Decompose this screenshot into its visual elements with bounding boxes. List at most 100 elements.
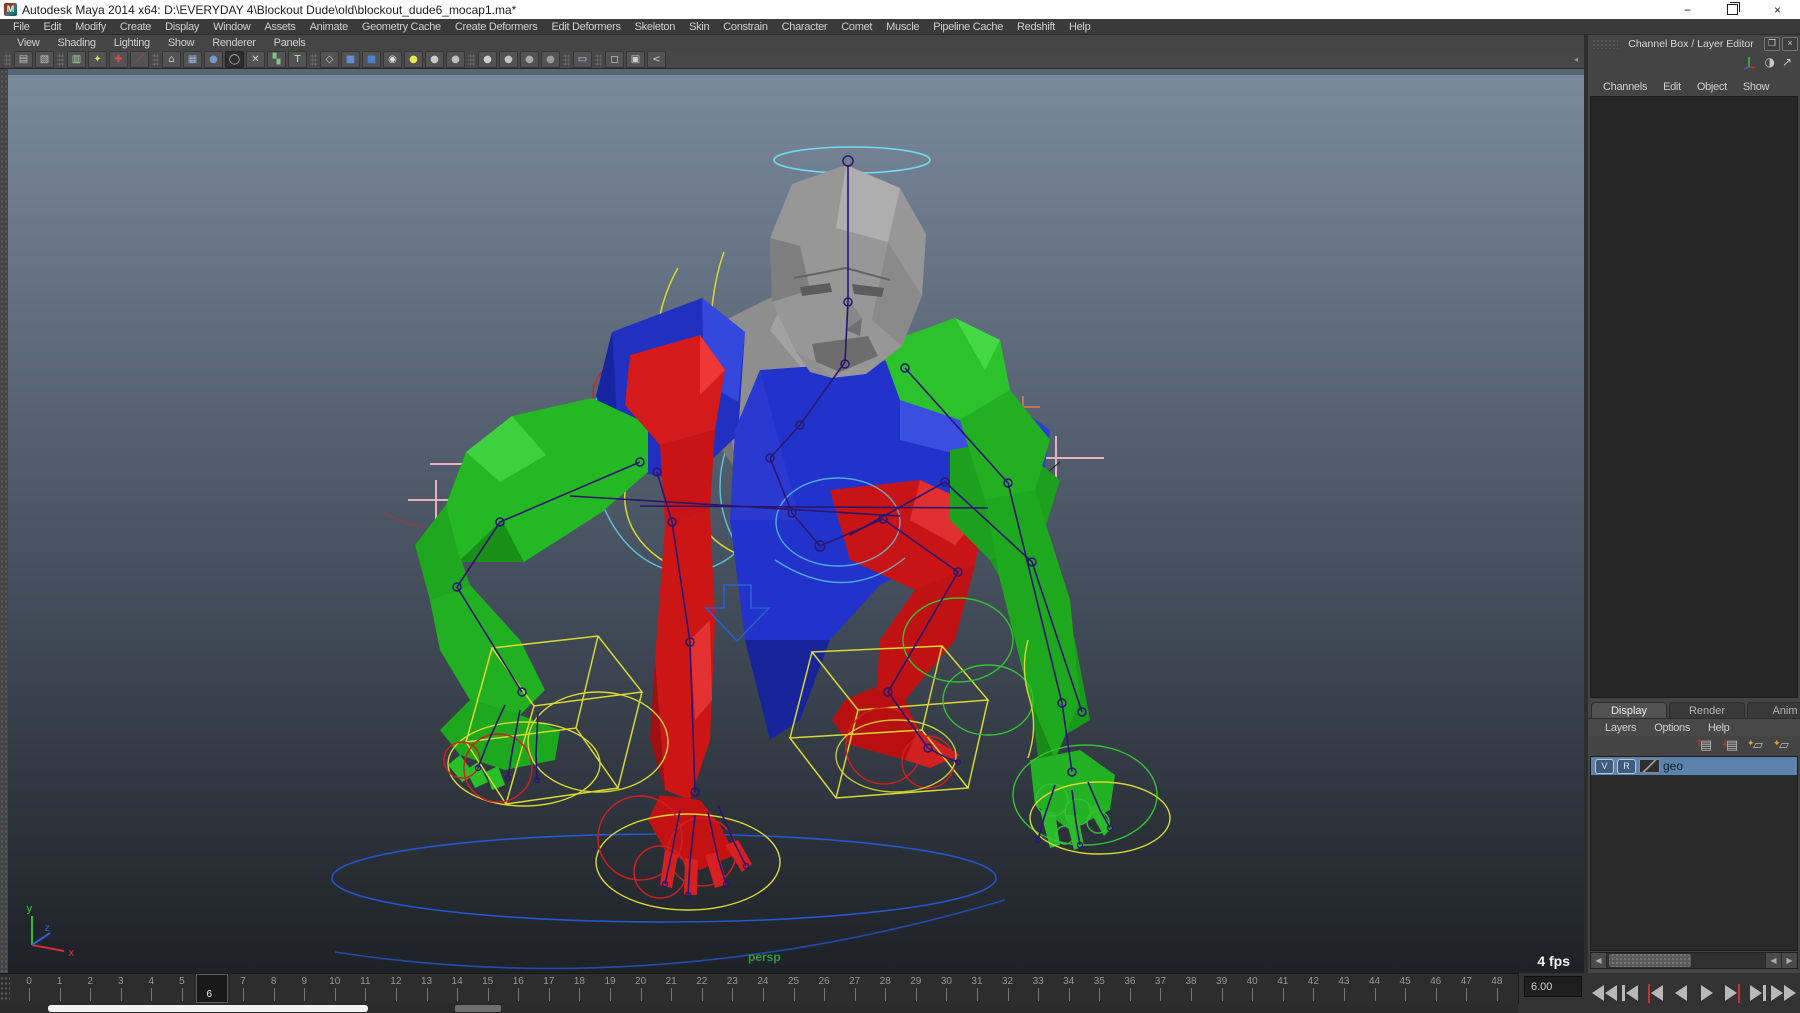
menu-item[interactable]: Animate: [303, 20, 355, 34]
drag-grip[interactable]: [1592, 38, 1618, 49]
render-current-frame-icon[interactable]: ■: [362, 51, 381, 68]
menu-item[interactable]: Edit Deformers: [544, 20, 627, 34]
minimize-button[interactable]: −: [1665, 0, 1710, 19]
tab-render[interactable]: Render: [1669, 702, 1745, 718]
share-node-icon[interactable]: <: [647, 51, 666, 68]
channel-box-menu-item[interactable]: Edit: [1656, 80, 1688, 94]
scroll-left-arrow-2[interactable]: ◀: [1765, 953, 1781, 968]
viewport-left-grip[interactable]: [0, 69, 8, 973]
contrast-toggle-icon[interactable]: ◑: [1764, 55, 1774, 69]
pop-out-arrow-icon[interactable]: ↗: [1782, 55, 1792, 69]
layer-menu-item[interactable]: Help: [1699, 721, 1738, 735]
menu-item[interactable]: Geometry Cache: [355, 20, 448, 34]
panel-menu-item[interactable]: Renderer: [203, 36, 264, 50]
go-to-start-button[interactable]: [1592, 979, 1617, 1007]
lasso-select-icon[interactable]: ✦: [88, 51, 107, 68]
menu-item[interactable]: Edit: [37, 20, 69, 34]
shaded-sphere-icon[interactable]: ●: [425, 51, 444, 68]
menu-item[interactable]: Pipeline Cache: [926, 20, 1010, 34]
layer-menu-item[interactable]: Options: [1645, 721, 1699, 735]
shaded-sphere-icon[interactable]: ●: [446, 51, 465, 68]
panel-menu-item[interactable]: Shading: [48, 36, 104, 50]
tab-anim[interactable]: Anim: [1747, 702, 1800, 718]
selection-marquee-icon[interactable]: ▭: [573, 51, 592, 68]
move-layer-down-icon[interactable]: ▤ ↓: [1721, 738, 1742, 754]
range-slider-bar[interactable]: [48, 1005, 368, 1012]
channel-box-menu-item[interactable]: Show: [1736, 80, 1776, 94]
panel-menu-item[interactable]: Show: [159, 36, 203, 50]
menu-item[interactable]: Character: [775, 20, 835, 34]
new-empty-layer-icon[interactable]: ▱ ✦: [1747, 738, 1768, 754]
menu-item[interactable]: Constrain: [716, 20, 774, 34]
layer-row-geo[interactable]: V R geo: [1591, 757, 1797, 776]
layer-menu-item[interactable]: Layers: [1596, 721, 1645, 735]
channel-box-menu-item[interactable]: Channels: [1596, 80, 1654, 94]
render-view-icon[interactable]: ■: [341, 51, 360, 68]
toolbar-collapse-arrow[interactable]: ◂: [1574, 55, 1578, 64]
material-sphere-icon[interactable]: ●: [541, 51, 560, 68]
menu-item[interactable]: Create: [113, 20, 158, 34]
menu-item[interactable]: Create Deformers: [448, 20, 545, 34]
channel-box-list-area[interactable]: [1590, 96, 1798, 698]
snap-to-curve-icon[interactable]: ◯: [225, 51, 244, 68]
menu-item[interactable]: Window: [206, 20, 257, 34]
step-forward-key-button[interactable]: [1721, 979, 1745, 1007]
menu-item[interactable]: File: [6, 20, 37, 34]
menu-item[interactable]: Assets: [257, 20, 302, 34]
text-tool-icon[interactable]: T: [288, 51, 307, 68]
tab-display[interactable]: Display: [1591, 702, 1667, 718]
range-slider[interactable]: [0, 1003, 1518, 1013]
menu-item[interactable]: Redshift: [1010, 20, 1062, 34]
snap-to-plane-icon[interactable]: ✕: [246, 51, 265, 68]
current-time-field[interactable]: 6.00: [1524, 976, 1582, 997]
material-sphere-icon[interactable]: ●: [478, 51, 497, 68]
perspective-viewport[interactable]: y x z persp 4 fps: [8, 69, 1584, 973]
play-forwards-button[interactable]: [1695, 979, 1719, 1007]
pop-out-panel-button[interactable]: ❐: [1764, 36, 1780, 51]
snap-move-tool-icon[interactable]: ✚: [109, 51, 128, 68]
current-frame-marker[interactable]: 6: [196, 974, 229, 1003]
scrollbar-thumb[interactable]: [1609, 954, 1691, 967]
layer-color-swatch[interactable]: [1639, 759, 1660, 773]
select-by-object-icon[interactable]: ▧: [35, 51, 54, 68]
paint-brush-icon[interactable]: ／: [130, 51, 149, 68]
layer-renderable-toggle[interactable]: R: [1617, 758, 1636, 774]
menu-item[interactable]: Muscle: [879, 20, 926, 34]
cube-outline-icon[interactable]: ◻: [605, 51, 624, 68]
time-slider[interactable]: 0123456789101112131415161718192021222324…: [0, 973, 1519, 1004]
ipr-render-icon[interactable]: ◉: [383, 51, 402, 68]
snap-to-point-icon[interactable]: ●: [204, 51, 223, 68]
new-layer-from-selected-icon[interactable]: ▱ ✦: [1773, 738, 1794, 754]
material-sphere-icon[interactable]: ●: [499, 51, 518, 68]
scroll-right-arrow[interactable]: ▶: [1781, 953, 1797, 968]
play-backwards-button[interactable]: [1669, 979, 1693, 1007]
panel-menu-item[interactable]: Lighting: [105, 36, 159, 50]
menu-item[interactable]: Modify: [68, 20, 113, 34]
layer-list[interactable]: V R geo: [1590, 756, 1798, 951]
grid-icon[interactable]: ▦: [183, 51, 202, 68]
make-live-icon[interactable]: ▚: [267, 51, 286, 68]
move-tool-axis-icon[interactable]: [1742, 55, 1757, 70]
step-back-key-button[interactable]: [1643, 979, 1667, 1007]
selection-mask-icon[interactable]: ▥: [67, 51, 86, 68]
panel-menu-item[interactable]: Panels: [265, 36, 315, 50]
snap-to-grid-icon[interactable]: ⌂: [162, 51, 181, 68]
render-settings-icon[interactable]: ●: [404, 51, 423, 68]
go-to-end-button[interactable]: [1770, 979, 1796, 1007]
close-panel-button[interactable]: ×: [1782, 36, 1798, 51]
layer-visibility-toggle[interactable]: V: [1595, 758, 1614, 774]
duplicate-icon[interactable]: ▣: [626, 51, 645, 68]
step-forward-frame-button[interactable]: [1746, 979, 1770, 1007]
step-back-frame-button[interactable]: [1618, 979, 1642, 1007]
menu-item[interactable]: Skin: [682, 20, 716, 34]
render-cube-icon[interactable]: ◇: [320, 51, 339, 68]
move-layer-up-icon[interactable]: ▤ ↑: [1695, 738, 1716, 754]
menu-item[interactable]: Comet: [834, 20, 879, 34]
time-slider-grip[interactable]: [0, 976, 10, 1002]
restore-button[interactable]: [1710, 0, 1755, 19]
select-by-hierarchy-icon[interactable]: ▤: [14, 51, 33, 68]
menu-item[interactable]: Display: [158, 20, 206, 34]
channel-box-menu-item[interactable]: Object: [1690, 80, 1734, 94]
range-slider-handle[interactable]: [455, 1005, 501, 1012]
scroll-left-arrow[interactable]: ◀: [1591, 953, 1607, 968]
